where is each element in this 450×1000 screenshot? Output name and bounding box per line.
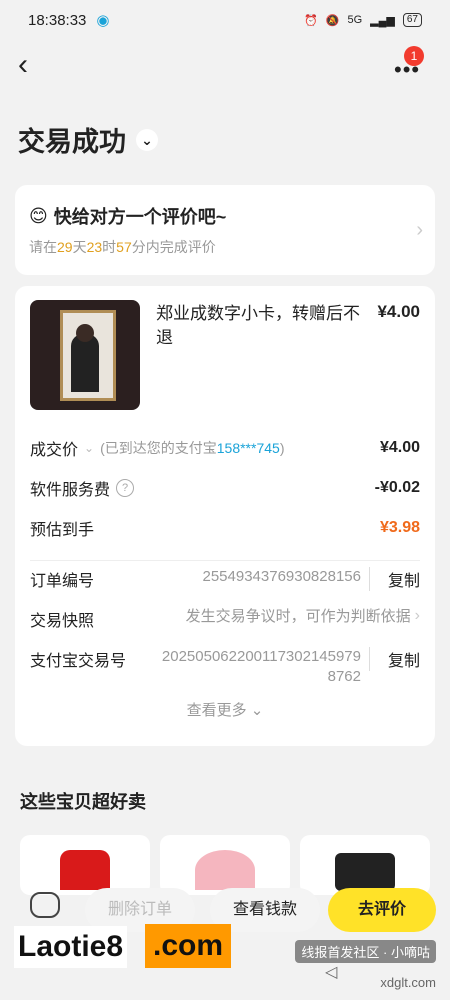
alipay-number-row: 支付宝交易号 2025050622001173021459798762 复制 <box>30 647 420 687</box>
watermark-laotie: Laotie8 <box>14 926 128 968</box>
chevron-down-icon[interactable]: ⌄ <box>136 128 158 151</box>
product-price: ¥4.00 <box>377 302 420 321</box>
snapshot-value: 发生交易争议时，可作为判断依据 <box>185 608 411 625</box>
signal-icon: ▂▄▆ <box>370 14 395 27</box>
order-card: 郑业成数字小卡，转赠后不退 ¥4.00 成交价 ⌄ (已到达您的支付宝158**… <box>15 286 435 746</box>
order-number-label: 订单编号 <box>30 573 95 590</box>
estimate-value: ¥3.98 <box>379 519 420 536</box>
copy-alipay-button[interactable]: 复制 <box>369 647 420 671</box>
copy-order-button[interactable]: 复制 <box>369 567 420 591</box>
estimate-row: 预估到手 ¥3.98 <box>30 508 420 548</box>
app-notification-icon: ◉ <box>96 12 110 29</box>
chat-icon[interactable] <box>30 892 60 918</box>
deal-label: 成交价 <box>30 442 79 459</box>
watermark-dotcom: .com <box>145 924 232 968</box>
help-icon[interactable]: ? <box>116 479 135 497</box>
snapshot-row[interactable]: 交易快照 发生交易争议时，可作为判断依据 › <box>30 607 420 643</box>
alipay-number-label: 支付宝交易号 <box>30 653 127 670</box>
recommend-title: 这些宝贝超好卖 <box>20 792 146 812</box>
top-bar: ‹ ••• 1 <box>0 40 450 90</box>
snapshot-label: 交易快照 <box>30 613 95 630</box>
battery-icon: 67 <box>402 13 422 27</box>
deal-note: (已到达您的支付宝158***745) <box>100 440 285 456</box>
page-title-text: 交易成功 <box>18 127 126 157</box>
watermark-site: 线报首发社区 · 小嘀咕 <box>295 940 436 963</box>
more-icon: ••• <box>394 57 421 82</box>
smile-icon: 😊 <box>29 205 48 226</box>
signal-label: 5G <box>347 14 363 26</box>
mute-icon: 🔕 <box>325 14 340 27</box>
estimate-label: 预估到手 <box>30 522 95 539</box>
fee-value: -¥0.02 <box>374 479 420 496</box>
notification-badge: 1 <box>404 46 424 66</box>
deal-value: ¥4.00 <box>379 439 420 456</box>
nav-back-icon[interactable]: ◁ <box>325 962 337 982</box>
chevron-down-icon: ⌄ <box>250 702 264 719</box>
alarm-icon: ⏰ <box>304 14 318 27</box>
see-more-link[interactable]: 查看更多 ⌄ <box>30 699 420 720</box>
back-icon[interactable]: ‹ <box>18 50 48 80</box>
status-bar: 18:38:33 ◉ ⏰ 🔕 5G ▂▄▆ 67 <box>0 0 450 40</box>
divider <box>30 560 420 561</box>
rate-subtitle: 请在29天23时57分内完成评价 <box>29 239 216 255</box>
page-title[interactable]: 交易成功 ⌄ <box>18 120 158 159</box>
watermark-domain: xdglt.com <box>380 975 436 990</box>
rate-title: 快给对方一个评价吧~ <box>53 207 227 227</box>
product-name: 郑业成数字小卡，转赠后不退 <box>156 304 360 347</box>
chevron-right-icon: › <box>416 219 423 241</box>
product-row[interactable]: 郑业成数字小卡，转赠后不退 ¥4.00 <box>30 300 420 410</box>
chevron-down-icon[interactable]: ⌄ <box>84 441 94 455</box>
status-time: 18:38:33 <box>28 11 87 29</box>
more-button[interactable]: ••• 1 <box>394 46 426 82</box>
product-thumbnail[interactable] <box>30 300 140 410</box>
chevron-right-icon: › <box>414 607 420 624</box>
deal-price-row: 成交价 ⌄ (已到达您的支付宝158***745) ¥4.00 <box>30 428 420 468</box>
rate-card[interactable]: 😊 快给对方一个评价吧~ 请在29天23时57分内完成评价 › <box>15 185 435 275</box>
order-number-value: 2554934376930828156 <box>202 568 361 585</box>
fee-row: 软件服务费 ? -¥0.02 <box>30 468 420 508</box>
fee-label: 软件服务费 <box>30 482 111 499</box>
order-number-row: 订单编号 2554934376930828156 复制 <box>30 567 420 603</box>
alipay-number-value: 2025050622001173021459798762 <box>161 648 361 685</box>
